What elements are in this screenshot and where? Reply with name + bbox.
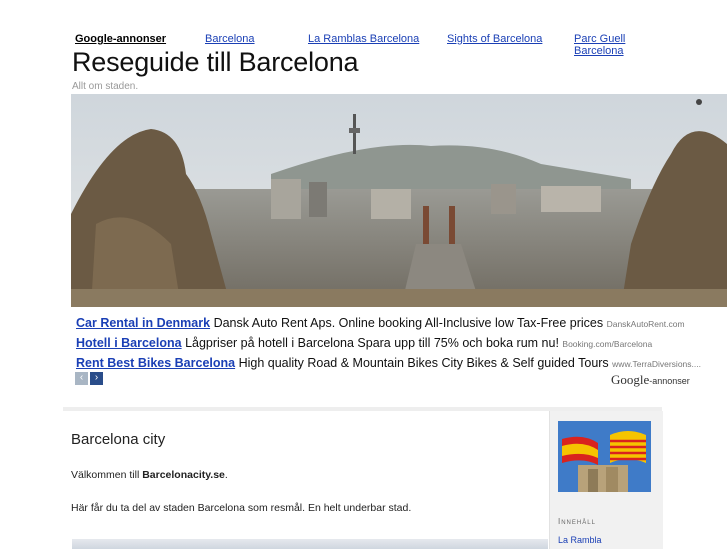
ad-title-link[interactable]: Rent Best Bikes Barcelona bbox=[76, 356, 235, 370]
ad-navigation: ‹ › bbox=[75, 372, 103, 385]
sidebar: Innehåll La Rambla bbox=[549, 411, 663, 549]
content-area: Barcelona city Välkommen till Barcelonac… bbox=[63, 407, 663, 549]
flag-photo bbox=[558, 421, 651, 492]
top-ad-link-barcelona[interactable]: Barcelona bbox=[205, 33, 255, 45]
google-brand-text: Google bbox=[611, 372, 650, 387]
welcome-suffix: . bbox=[224, 469, 228, 481]
welcome-text: Välkommen till Barcelonacity.se. bbox=[71, 469, 228, 481]
ad-item: Hotell i Barcelona Lågpriser på hotell i… bbox=[76, 333, 727, 353]
ad-item: Rent Best Bikes Barcelona High quality R… bbox=[76, 353, 727, 373]
ad-description: Lågpriser på hotell i Barcelona Spara up… bbox=[185, 336, 559, 350]
ad-description: High quality Road & Mountain Bikes City … bbox=[238, 356, 609, 370]
sponsored-ads: Car Rental in Denmark Dansk Auto Rent Ap… bbox=[76, 313, 727, 373]
site-title[interactable]: Reseguide till Barcelona bbox=[72, 47, 359, 78]
welcome-prefix: Välkommen till bbox=[71, 469, 143, 481]
top-ad-link-la-ramblas[interactable]: La Ramblas Barcelona bbox=[308, 33, 419, 45]
main-article: Barcelona city Välkommen till Barcelonac… bbox=[63, 411, 549, 549]
ad-url[interactable]: www.TerraDiversions.... bbox=[612, 359, 701, 369]
chevron-right-icon[interactable]: › bbox=[90, 372, 103, 385]
top-ad-link-sights[interactable]: Sights of Barcelona bbox=[447, 33, 542, 45]
google-ads-label[interactable]: Google-annonser bbox=[75, 33, 166, 45]
ad-title-link[interactable]: Car Rental in Denmark bbox=[76, 316, 210, 330]
top-ad-links: Google-annonser Barcelona La Ramblas Bar… bbox=[75, 33, 675, 57]
chevron-left-icon[interactable]: ‹ bbox=[75, 372, 88, 385]
ad-item: Car Rental in Denmark Dansk Auto Rent Ap… bbox=[76, 313, 727, 333]
ad-title-link[interactable]: Hotell i Barcelona bbox=[76, 336, 182, 350]
sidebar-link-la-rambla[interactable]: La Rambla bbox=[558, 535, 602, 545]
ad-url[interactable]: DanskAutoRent.com bbox=[607, 319, 685, 329]
top-ad-link-parc-guell[interactable]: Parc Guell Barcelona bbox=[574, 33, 675, 57]
ad-description: Dansk Auto Rent Aps. Online booking All-… bbox=[213, 316, 604, 330]
article-image-strip bbox=[72, 539, 548, 549]
site-tagline: Allt om staden. bbox=[72, 81, 139, 92]
hero-image bbox=[71, 94, 727, 307]
sidebar-heading: Innehåll bbox=[558, 517, 596, 526]
article-heading: Barcelona city bbox=[71, 431, 166, 448]
ad-url[interactable]: Booking.com/Barcelona bbox=[562, 339, 652, 349]
google-ads-suffix: -annonser bbox=[649, 376, 690, 386]
site-name: Barcelonacity.se bbox=[142, 469, 225, 481]
google-ads-badge[interactable]: Google-annonser bbox=[611, 372, 690, 388]
intro-text: Här får du ta del av staden Barcelona so… bbox=[71, 502, 412, 514]
